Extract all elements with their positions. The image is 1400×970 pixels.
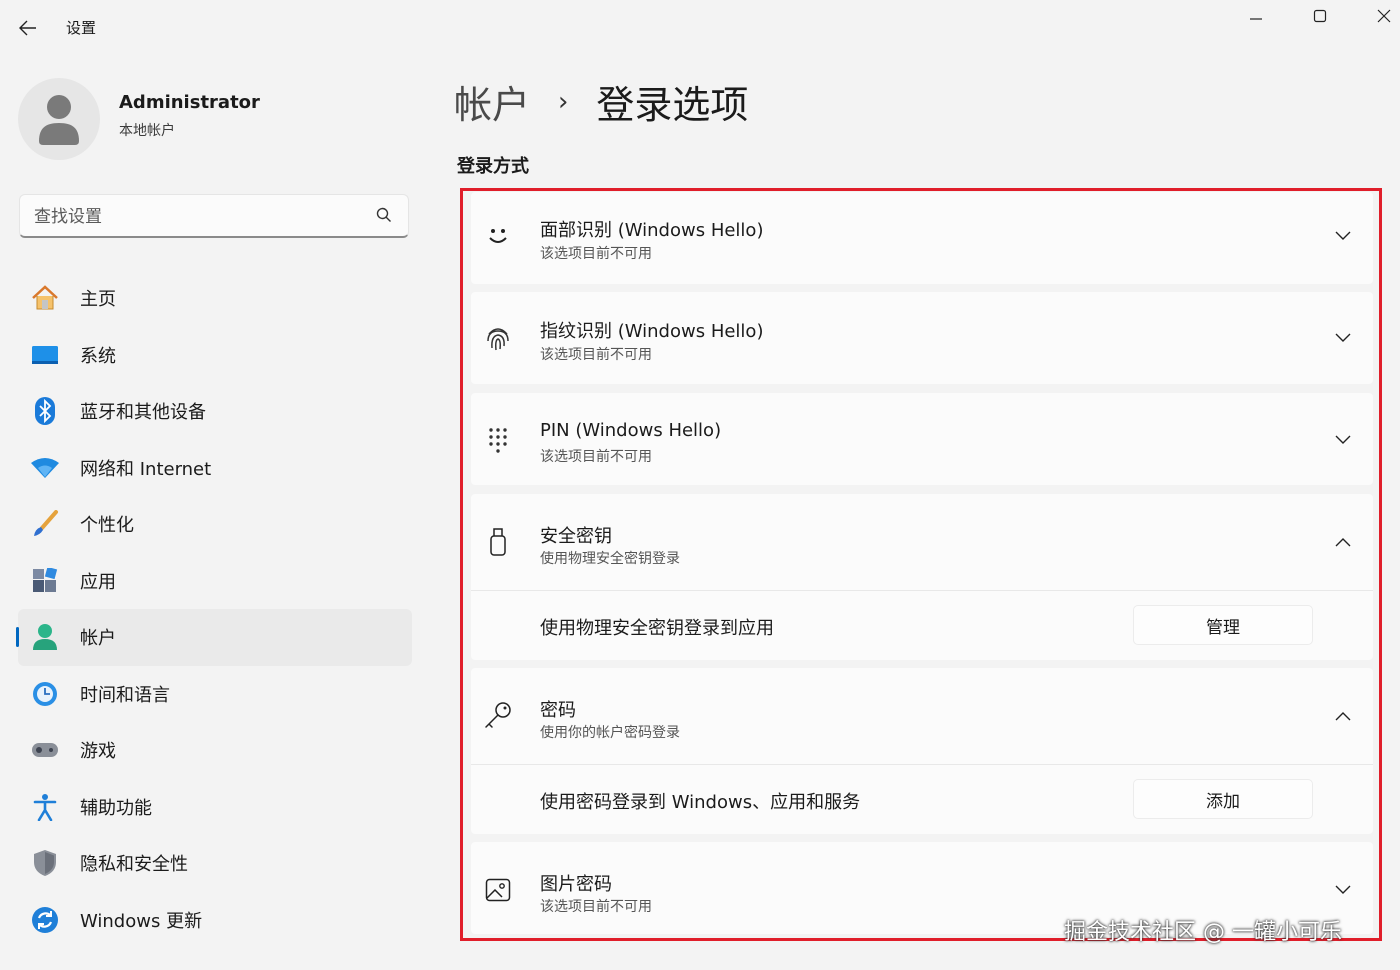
search-icon[interactable] xyxy=(376,207,392,227)
sidebar-item-label: 帐户 xyxy=(80,628,116,650)
option-title: 安全密钥 xyxy=(540,526,612,547)
sidebar-nav: 主页 系统 蓝牙和其他设备 网络和 Internet 个性化 应用 帐户 时间和… xyxy=(16,270,412,949)
close-icon xyxy=(1377,9,1391,23)
sidebar-item-label: 蓝牙和其他设备 xyxy=(80,402,206,424)
setting-label: 使用物理安全密钥登录到应用 xyxy=(540,618,774,639)
chevron-down-icon[interactable] xyxy=(1333,226,1353,246)
option-title: 密码 xyxy=(540,700,576,721)
face-icon xyxy=(483,222,513,252)
home-icon xyxy=(30,283,60,313)
setting-label: 使用密码登录到 Windows、应用和服务 xyxy=(540,792,861,813)
maximize-icon xyxy=(1313,9,1327,23)
app-title: 设置 xyxy=(66,19,97,37)
option-subtitle: 该选项目前不可用 xyxy=(540,899,652,915)
password-option: 密码 使用你的帐户密码登录 使用密码登录到 Windows、应用和服务 添加 xyxy=(471,668,1373,834)
user-name: Administrator xyxy=(119,92,260,113)
usb-key-icon xyxy=(483,527,513,557)
system-icon xyxy=(30,340,60,370)
sidebar-item-label: 系统 xyxy=(80,345,116,367)
breadcrumb-parent[interactable]: 帐户 xyxy=(454,74,530,129)
time-language-icon xyxy=(30,679,60,709)
page-title: 登录选项 xyxy=(596,83,749,127)
active-indicator xyxy=(16,627,19,647)
option-subtitle: 该选项目前不可用 xyxy=(540,347,652,363)
breadcrumb: 帐户 › 登录选项 xyxy=(454,74,748,129)
shield-icon xyxy=(30,848,60,878)
fingerprint-option[interactable]: 指纹识别 (Windows Hello) 该选项目前不可用 xyxy=(471,292,1373,384)
fingerprint-icon xyxy=(483,323,513,353)
minimize-icon xyxy=(1250,18,1262,20)
sidebar-item-home[interactable]: 主页 xyxy=(18,270,412,327)
sidebar-item-gaming[interactable]: 游戏 xyxy=(18,722,412,779)
minimize-button[interactable] xyxy=(1236,4,1276,28)
account-type: 本地帐户 xyxy=(119,123,175,139)
apps-icon xyxy=(30,566,60,596)
sidebar-item-accessibility[interactable]: 辅助功能 xyxy=(18,779,412,836)
accessibility-icon xyxy=(30,792,60,822)
title-bar: 设置 xyxy=(0,0,1400,56)
chevron-up-icon[interactable] xyxy=(1333,532,1353,552)
sidebar-item-label: 隐私和安全性 xyxy=(80,854,188,876)
avatar xyxy=(18,78,100,160)
sidebar-item-time-language[interactable]: 时间和语言 xyxy=(18,666,412,723)
gamepad-icon xyxy=(30,735,60,765)
sidebar-item-label: Windows 更新 xyxy=(80,910,203,932)
security-key-setting: 使用物理安全密钥登录到应用 管理 xyxy=(471,590,1373,661)
manage-button[interactable]: 管理 xyxy=(1133,605,1313,645)
face-recognition-option[interactable]: 面部识别 (Windows Hello) 该选项目前不可用 xyxy=(471,192,1373,284)
close-button[interactable] xyxy=(1364,4,1400,28)
security-key-option: 安全密钥 使用物理安全密钥登录 使用物理安全密钥登录到应用 管理 xyxy=(471,494,1373,660)
sidebar-item-label: 网络和 Internet xyxy=(80,458,212,480)
sidebar-item-label: 时间和语言 xyxy=(80,684,170,706)
chevron-down-icon[interactable] xyxy=(1333,880,1353,900)
option-title: PIN (Windows Hello) xyxy=(540,420,722,441)
sidebar-item-privacy[interactable]: 隐私和安全性 xyxy=(18,835,412,892)
sidebar-item-label: 游戏 xyxy=(80,741,116,763)
chevron-down-icon[interactable] xyxy=(1333,328,1353,348)
pin-option[interactable]: PIN (Windows Hello) 该选项目前不可用 xyxy=(471,393,1373,485)
option-title: 图片密码 xyxy=(540,874,612,895)
section-title: 登录方式 xyxy=(457,156,529,177)
sidebar-item-label: 主页 xyxy=(80,289,116,311)
bluetooth-icon xyxy=(30,396,60,426)
sidebar-item-system[interactable]: 系统 xyxy=(18,327,412,384)
wifi-icon xyxy=(30,453,60,483)
picture-icon xyxy=(483,875,513,905)
user-profile[interactable]: Administrator 本地帐户 xyxy=(18,74,418,160)
option-subtitle: 使用你的帐户密码登录 xyxy=(540,725,680,741)
password-header[interactable]: 密码 使用你的帐户密码登录 xyxy=(471,668,1373,764)
sidebar-item-label: 个性化 xyxy=(80,515,134,537)
option-subtitle: 该选项目前不可用 xyxy=(540,449,652,465)
user-silhouette-icon xyxy=(39,95,79,145)
sidebar-item-bluetooth[interactable]: 蓝牙和其他设备 xyxy=(18,383,412,440)
back-button[interactable] xyxy=(14,14,42,42)
add-button[interactable]: 添加 xyxy=(1133,779,1313,819)
arrow-left-icon xyxy=(19,20,36,36)
key-icon xyxy=(483,700,513,730)
sidebar-item-apps[interactable]: 应用 xyxy=(18,553,412,610)
search-input[interactable] xyxy=(32,203,366,231)
update-icon xyxy=(30,905,60,935)
option-subtitle: 使用物理安全密钥登录 xyxy=(540,551,680,567)
option-title: 指纹识别 (Windows Hello) xyxy=(540,321,764,342)
option-subtitle: 该选项目前不可用 xyxy=(540,246,652,262)
brush-icon xyxy=(30,509,60,539)
sidebar-item-label: 应用 xyxy=(80,571,116,593)
account-icon xyxy=(30,622,60,652)
sidebar-item-personalization[interactable]: 个性化 xyxy=(18,496,412,553)
watermark: 掘金技术社区 @ 一罐小可乐 xyxy=(1064,920,1342,945)
sidebar-item-windows-update[interactable]: Windows 更新 xyxy=(18,892,412,949)
maximize-button[interactable] xyxy=(1300,4,1340,28)
breadcrumb-separator: › xyxy=(558,86,569,117)
chevron-down-icon[interactable] xyxy=(1333,430,1353,450)
chevron-up-icon[interactable] xyxy=(1333,706,1353,726)
sidebar-item-label: 辅助功能 xyxy=(80,797,152,819)
keypad-icon xyxy=(483,425,513,455)
sidebar-item-network[interactable]: 网络和 Internet xyxy=(18,440,412,497)
search-box xyxy=(19,194,409,238)
password-setting: 使用密码登录到 Windows、应用和服务 添加 xyxy=(471,764,1373,835)
sidebar-item-accounts[interactable]: 帐户 xyxy=(16,609,412,666)
security-key-header[interactable]: 安全密钥 使用物理安全密钥登录 xyxy=(471,494,1373,590)
option-title: 面部识别 (Windows Hello) xyxy=(540,220,764,241)
